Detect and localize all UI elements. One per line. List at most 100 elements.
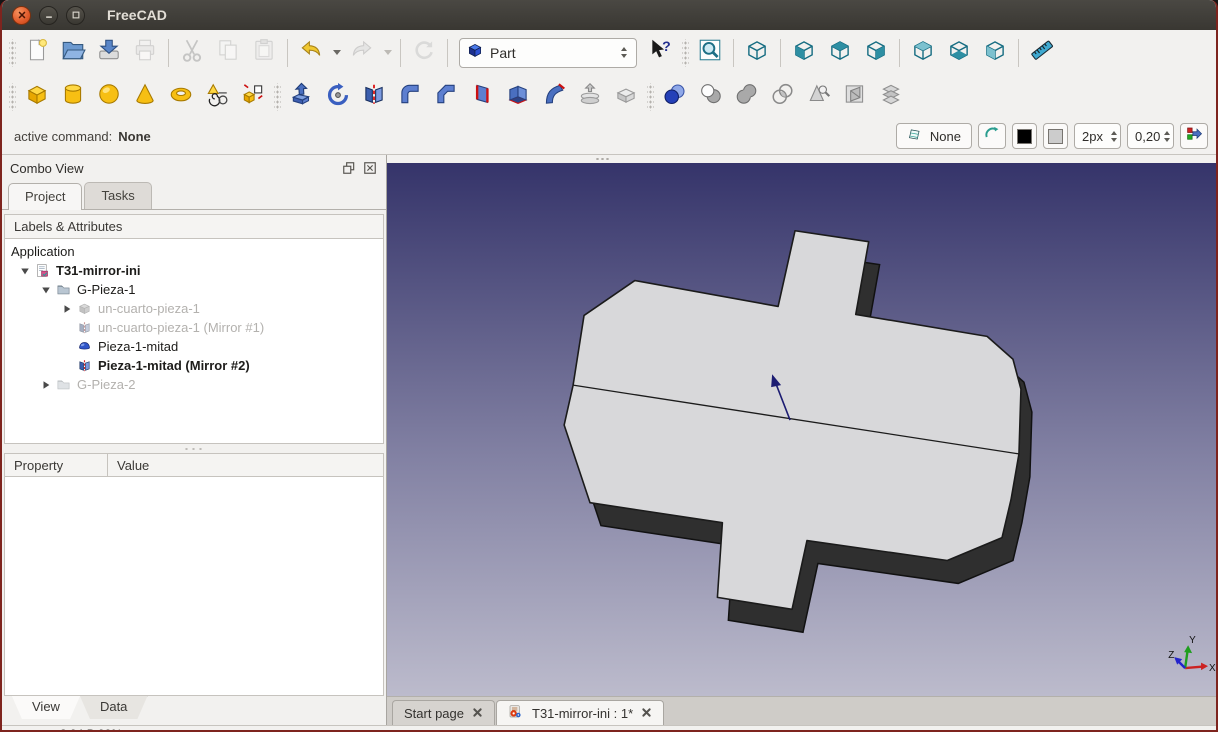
toolbar-handle[interactable] [274,83,281,111]
mirror-icon [361,81,387,112]
value-column-header[interactable]: Value [108,454,383,476]
3d-view[interactable]: X Y Z [387,163,1216,696]
face-color-swatch [1048,129,1063,144]
tree-item[interactable]: un-cuarto-pieza-1 (Mirror #1) [5,318,383,337]
measure-distance-button[interactable] [1024,35,1060,71]
part-sphere-button[interactable] [91,79,127,115]
toolbar-handle[interactable] [647,83,654,111]
line-color-button[interactable] [1012,123,1037,149]
tree-expander-open[interactable] [19,265,31,277]
bottom-view-button[interactable] [941,35,977,71]
redo-menu-button[interactable] [380,35,395,71]
boolean-union-button[interactable] [729,79,765,115]
svg-text:?: ? [662,38,671,54]
part-cylinder-button[interactable] [55,79,91,115]
refresh-button[interactable] [406,35,442,71]
chamfer-button[interactable] [428,79,464,115]
whats-this-button[interactable]: ? [643,35,679,71]
tab-view[interactable]: View [12,696,80,719]
axonometric-view-button[interactable] [739,35,775,71]
working-plane-button[interactable]: None [896,123,972,149]
toolbar-handle[interactable] [682,39,689,67]
toolbar-handle[interactable] [9,39,16,67]
apply-style-button[interactable] [1180,123,1208,149]
section-button[interactable] [837,79,873,115]
tree-item[interactable]: Application [5,242,383,261]
part-torus-button[interactable] [163,79,199,115]
rear-view-button[interactable] [905,35,941,71]
print-button[interactable] [127,35,163,71]
boolean-intersection-button[interactable] [765,79,801,115]
tree-expander-open[interactable] [40,284,52,296]
shape-builder-button[interactable] [235,79,271,115]
paste-button[interactable] [246,35,282,71]
fillet-button[interactable] [392,79,428,115]
undo-button[interactable] [293,35,329,71]
tree-item[interactable]: G-Pieza-1 [5,280,383,299]
tab-close-icon[interactable] [641,706,652,721]
open-document-button[interactable] [55,35,91,71]
redo-button[interactable] [344,35,380,71]
text-scale-spinbox[interactable]: 0,20 [1127,123,1174,149]
property-column-header[interactable]: Property [5,454,108,476]
top-view-button[interactable] [822,35,858,71]
dock-close-button[interactable] [362,160,378,176]
revolve-button[interactable] [320,79,356,115]
tree-item[interactable]: T31-mirror-ini [5,261,383,280]
mirror-button[interactable] [356,79,392,115]
thickness-button[interactable] [608,79,644,115]
spin-arrows[interactable] [1108,128,1120,145]
construction-mode-button[interactable] [978,123,1006,149]
create-primitives-button[interactable] [199,79,235,115]
spin-arrows[interactable] [618,44,630,61]
sweep-button[interactable] [536,79,572,115]
loft-button[interactable] [500,79,536,115]
window-close-button[interactable] [12,6,31,25]
save-document-button[interactable] [91,35,127,71]
tab-data[interactable]: Data [80,696,147,719]
spin-arrows[interactable] [1161,128,1173,145]
workbench-selector[interactable]: Part [459,38,637,68]
tree-expander-closed[interactable] [61,303,73,315]
dock-float-button[interactable] [341,160,357,176]
3d-canvas[interactable]: X Y Z [387,163,1216,696]
tree-item[interactable]: Pieza-1-mitad (Mirror #2) [5,356,383,375]
tab-close-icon[interactable] [472,706,483,721]
undo-menu-button[interactable] [329,35,344,71]
part-cone-button[interactable] [127,79,163,115]
boolean-cut-button[interactable] [693,79,729,115]
viewport-top-splitter[interactable] [387,155,1216,163]
fit-all-button[interactable] [692,35,728,71]
right-view-button[interactable] [858,35,894,71]
bool-union-icon [734,81,760,112]
new-document-button[interactable] [19,35,55,71]
tab-tasks[interactable]: Tasks [84,182,151,209]
document-tab[interactable]: T31-mirror-ini : 1* [496,700,664,726]
check-geometry-button[interactable] [801,79,837,115]
line-width-spinbox[interactable]: 2px [1074,123,1121,149]
copy-button[interactable] [210,35,246,71]
face-color-button[interactable] [1043,123,1068,149]
extrude-button[interactable] [284,79,320,115]
panel-splitter[interactable] [2,444,386,453]
cut-button[interactable] [174,35,210,71]
tree-item[interactable]: un-cuarto-pieza-1 [5,299,383,318]
front-view-button[interactable] [786,35,822,71]
cross-sections-button[interactable] [873,79,909,115]
window-maximize-button[interactable] [66,6,85,25]
document-tab[interactable]: Start page [392,700,495,726]
ruled-surface-button[interactable] [464,79,500,115]
offset-button[interactable] [572,79,608,115]
tree-item[interactable]: Pieza-1-mitad [5,337,383,356]
cube-axo-icon [744,37,770,68]
tree-expander-closed[interactable] [40,379,52,391]
part-box-button[interactable] [19,79,55,115]
boolean-button[interactable] [657,79,693,115]
property-table-body[interactable] [4,477,384,696]
left-view-button[interactable] [977,35,1013,71]
tab-project[interactable]: Project [8,183,82,210]
window-minimize-button[interactable] [39,6,58,25]
tree-item[interactable]: G-Pieza-2 [5,375,383,394]
toolbar-handle[interactable] [9,83,16,111]
titlebar[interactable]: FreeCAD [2,0,1216,30]
